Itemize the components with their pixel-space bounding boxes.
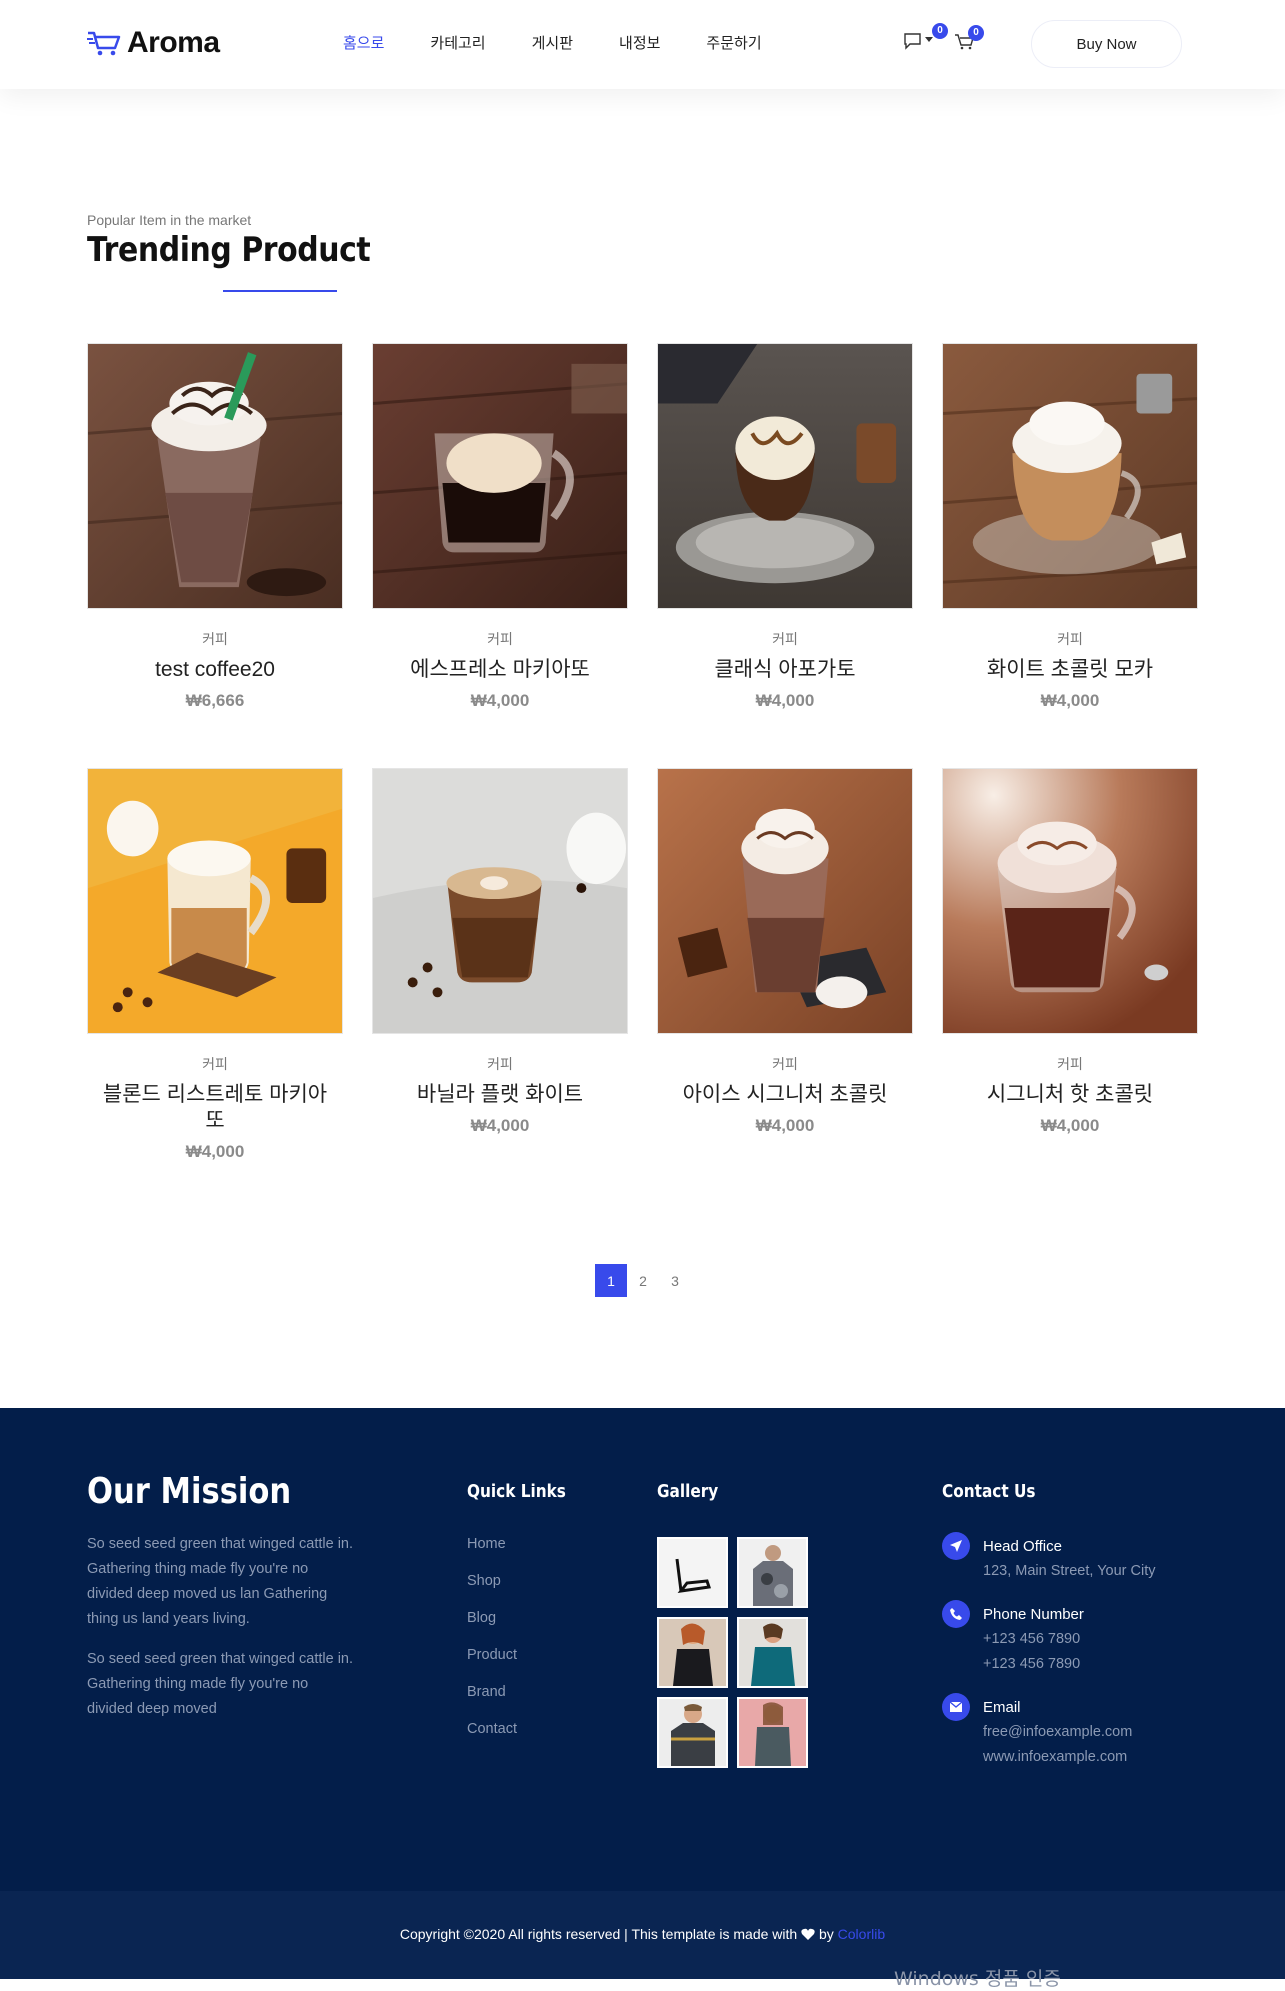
product-card[interactable]: 커피 test coffee20 ₩6,666 xyxy=(87,343,343,711)
product-price: ₩4,000 xyxy=(470,1116,530,1135)
section-subtitle: Popular Item in the market xyxy=(87,212,252,228)
windows-activation-watermark: Windows 정품 인증 xyxy=(894,1968,1061,1990)
product-category: 커피 xyxy=(487,1056,513,1072)
footer-link-shop[interactable]: Shop xyxy=(467,1573,501,1589)
cart-logo-icon xyxy=(87,31,121,56)
phone-number-1: +123 456 7890 xyxy=(983,1631,1081,1647)
product-image[interactable] xyxy=(657,343,913,609)
product-image[interactable] xyxy=(657,768,913,1034)
email-label: Email xyxy=(983,1699,1021,1716)
product-price: ₩4,000 xyxy=(755,1116,815,1135)
quick-links-title: Quick Links xyxy=(467,1481,566,1502)
product-price: ₩4,000 xyxy=(470,691,530,710)
product-price: ₩4,000 xyxy=(185,1142,245,1161)
product-image[interactable] xyxy=(87,343,343,609)
product-category: 커피 xyxy=(487,631,513,647)
brand-name: Aroma xyxy=(127,26,220,59)
cart-count-badge: 0 xyxy=(968,25,984,41)
product-card[interactable]: 커피 바닐라 플랫 화이트 ₩4,000 xyxy=(372,768,628,1136)
chevron-down-icon xyxy=(925,37,933,42)
logo[interactable]: Aroma xyxy=(87,26,220,60)
product-price: ₩4,000 xyxy=(755,691,815,710)
product-price: ₩6,666 xyxy=(185,691,245,710)
page-3-button[interactable]: 3 xyxy=(659,1264,691,1297)
product-category: 커피 xyxy=(202,1056,228,1072)
mission-paragraph-2: So seed seed green that winged cattle in… xyxy=(87,1651,354,1717)
colorlib-link[interactable]: Colorlib xyxy=(838,1926,885,1942)
copyright-text: Copyright ©2020 All rights reserved | Th… xyxy=(0,1926,1285,1942)
nav-home[interactable]: 홈으로 xyxy=(343,32,384,53)
mission-paragraph-1: So seed seed green that winged cattle in… xyxy=(87,1536,354,1627)
message-icon[interactable] xyxy=(902,30,924,52)
product-name[interactable]: 시그니처 핫 초콜릿 xyxy=(942,1082,1198,1108)
site-header: Aroma 홈으로 카테고리 게시판 내정보 주문하기 0 0 Buy Now xyxy=(0,0,1285,89)
product-image[interactable] xyxy=(372,343,628,609)
product-category: 커피 xyxy=(772,631,798,647)
location-arrow-icon xyxy=(942,1532,970,1560)
footer-link-contact[interactable]: Contact xyxy=(467,1721,517,1737)
contact-title: Contact Us xyxy=(942,1481,1036,1502)
product-card[interactable]: 커피 시그니처 핫 초콜릿 ₩4,000 xyxy=(942,768,1198,1136)
gallery-image-jersey[interactable] xyxy=(657,1697,728,1768)
email-address[interactable]: free@infoexample.com xyxy=(983,1724,1132,1740)
gallery-image-heels[interactable] xyxy=(657,1537,728,1608)
product-card[interactable]: 커피 에스프레소 마키아또 ₩4,000 xyxy=(372,343,628,711)
phone-label: Phone Number xyxy=(983,1606,1084,1623)
heart-icon xyxy=(801,1928,815,1940)
website-address[interactable]: www.infoexample.com xyxy=(983,1749,1127,1765)
phone-number-2: +123 456 7890 xyxy=(983,1656,1081,1672)
footer-link-product[interactable]: Product xyxy=(467,1647,517,1663)
product-card[interactable]: 커피 화이트 초콜릿 모카 ₩4,000 xyxy=(942,343,1198,711)
title-underline xyxy=(223,290,337,292)
phone-icon xyxy=(942,1600,970,1628)
product-price: ₩4,000 xyxy=(1040,1116,1100,1135)
head-office-label: Head Office xyxy=(983,1538,1062,1555)
product-image[interactable] xyxy=(942,768,1198,1034)
nav-my-info[interactable]: 내정보 xyxy=(619,32,660,53)
copyright-prefix: Copyright ©2020 All rights reserved | Th… xyxy=(399,1926,798,1942)
footer-link-home[interactable]: Home xyxy=(467,1536,506,1552)
main-nav: 홈으로 카테고리 게시판 내정보 주문하기 xyxy=(343,32,808,53)
page-2-button[interactable]: 2 xyxy=(627,1264,659,1297)
product-image[interactable] xyxy=(372,768,628,1034)
product-category: 커피 xyxy=(202,631,228,647)
product-category: 커피 xyxy=(1057,1056,1083,1072)
product-name[interactable]: 화이트 초콜릿 모카 xyxy=(942,657,1198,683)
buy-now-button[interactable]: Buy Now xyxy=(1031,20,1182,68)
product-name[interactable]: 블론드 리스트레토 마키아또 xyxy=(87,1082,343,1134)
envelope-icon xyxy=(942,1693,970,1721)
nav-category[interactable]: 카테고리 xyxy=(430,32,485,53)
head-office-value: 123, Main Street, Your City xyxy=(983,1563,1156,1579)
product-name[interactable]: 에스프레소 마키아또 xyxy=(372,657,628,683)
gallery-image-camo-shirt[interactable] xyxy=(737,1537,808,1608)
pagination: 1 2 3 xyxy=(595,1264,691,1297)
product-name[interactable]: 아이스 시그니처 초콜릿 xyxy=(657,1082,913,1108)
page-1-button[interactable]: 1 xyxy=(595,1264,627,1297)
product-image[interactable] xyxy=(942,343,1198,609)
message-count-badge: 0 xyxy=(932,23,948,39)
copyright-by: by xyxy=(818,1926,834,1942)
product-card[interactable]: 커피 블론드 리스트레토 마키아또 ₩4,000 xyxy=(87,768,343,1162)
product-card[interactable]: 커피 아이스 시그니처 초콜릿 ₩4,000 xyxy=(657,768,913,1136)
nav-order[interactable]: 주문하기 xyxy=(706,32,761,53)
product-name[interactable]: 클래식 아포가토 xyxy=(657,657,913,683)
product-category: 커피 xyxy=(1057,631,1083,647)
product-category: 커피 xyxy=(772,1056,798,1072)
product-name[interactable]: 바닐라 플랫 화이트 xyxy=(372,1082,628,1108)
gallery-image-black-dress[interactable] xyxy=(657,1617,728,1688)
gallery-image-pink-top[interactable] xyxy=(737,1697,808,1768)
product-name[interactable]: test coffee20 xyxy=(87,657,343,683)
footer-link-brand[interactable]: Brand xyxy=(467,1684,506,1700)
gallery-image-teal-dress[interactable] xyxy=(737,1617,808,1688)
section-title: Trending Product xyxy=(87,230,371,270)
gallery-title: Gallery xyxy=(657,1481,719,1502)
nav-board[interactable]: 게시판 xyxy=(532,32,573,53)
mission-title: Our Mission xyxy=(87,1471,292,1512)
product-price: ₩4,000 xyxy=(1040,691,1100,710)
footer-link-blog[interactable]: Blog xyxy=(467,1610,496,1626)
product-card[interactable]: 커피 클래식 아포가토 ₩4,000 xyxy=(657,343,913,711)
product-image[interactable] xyxy=(87,768,343,1034)
